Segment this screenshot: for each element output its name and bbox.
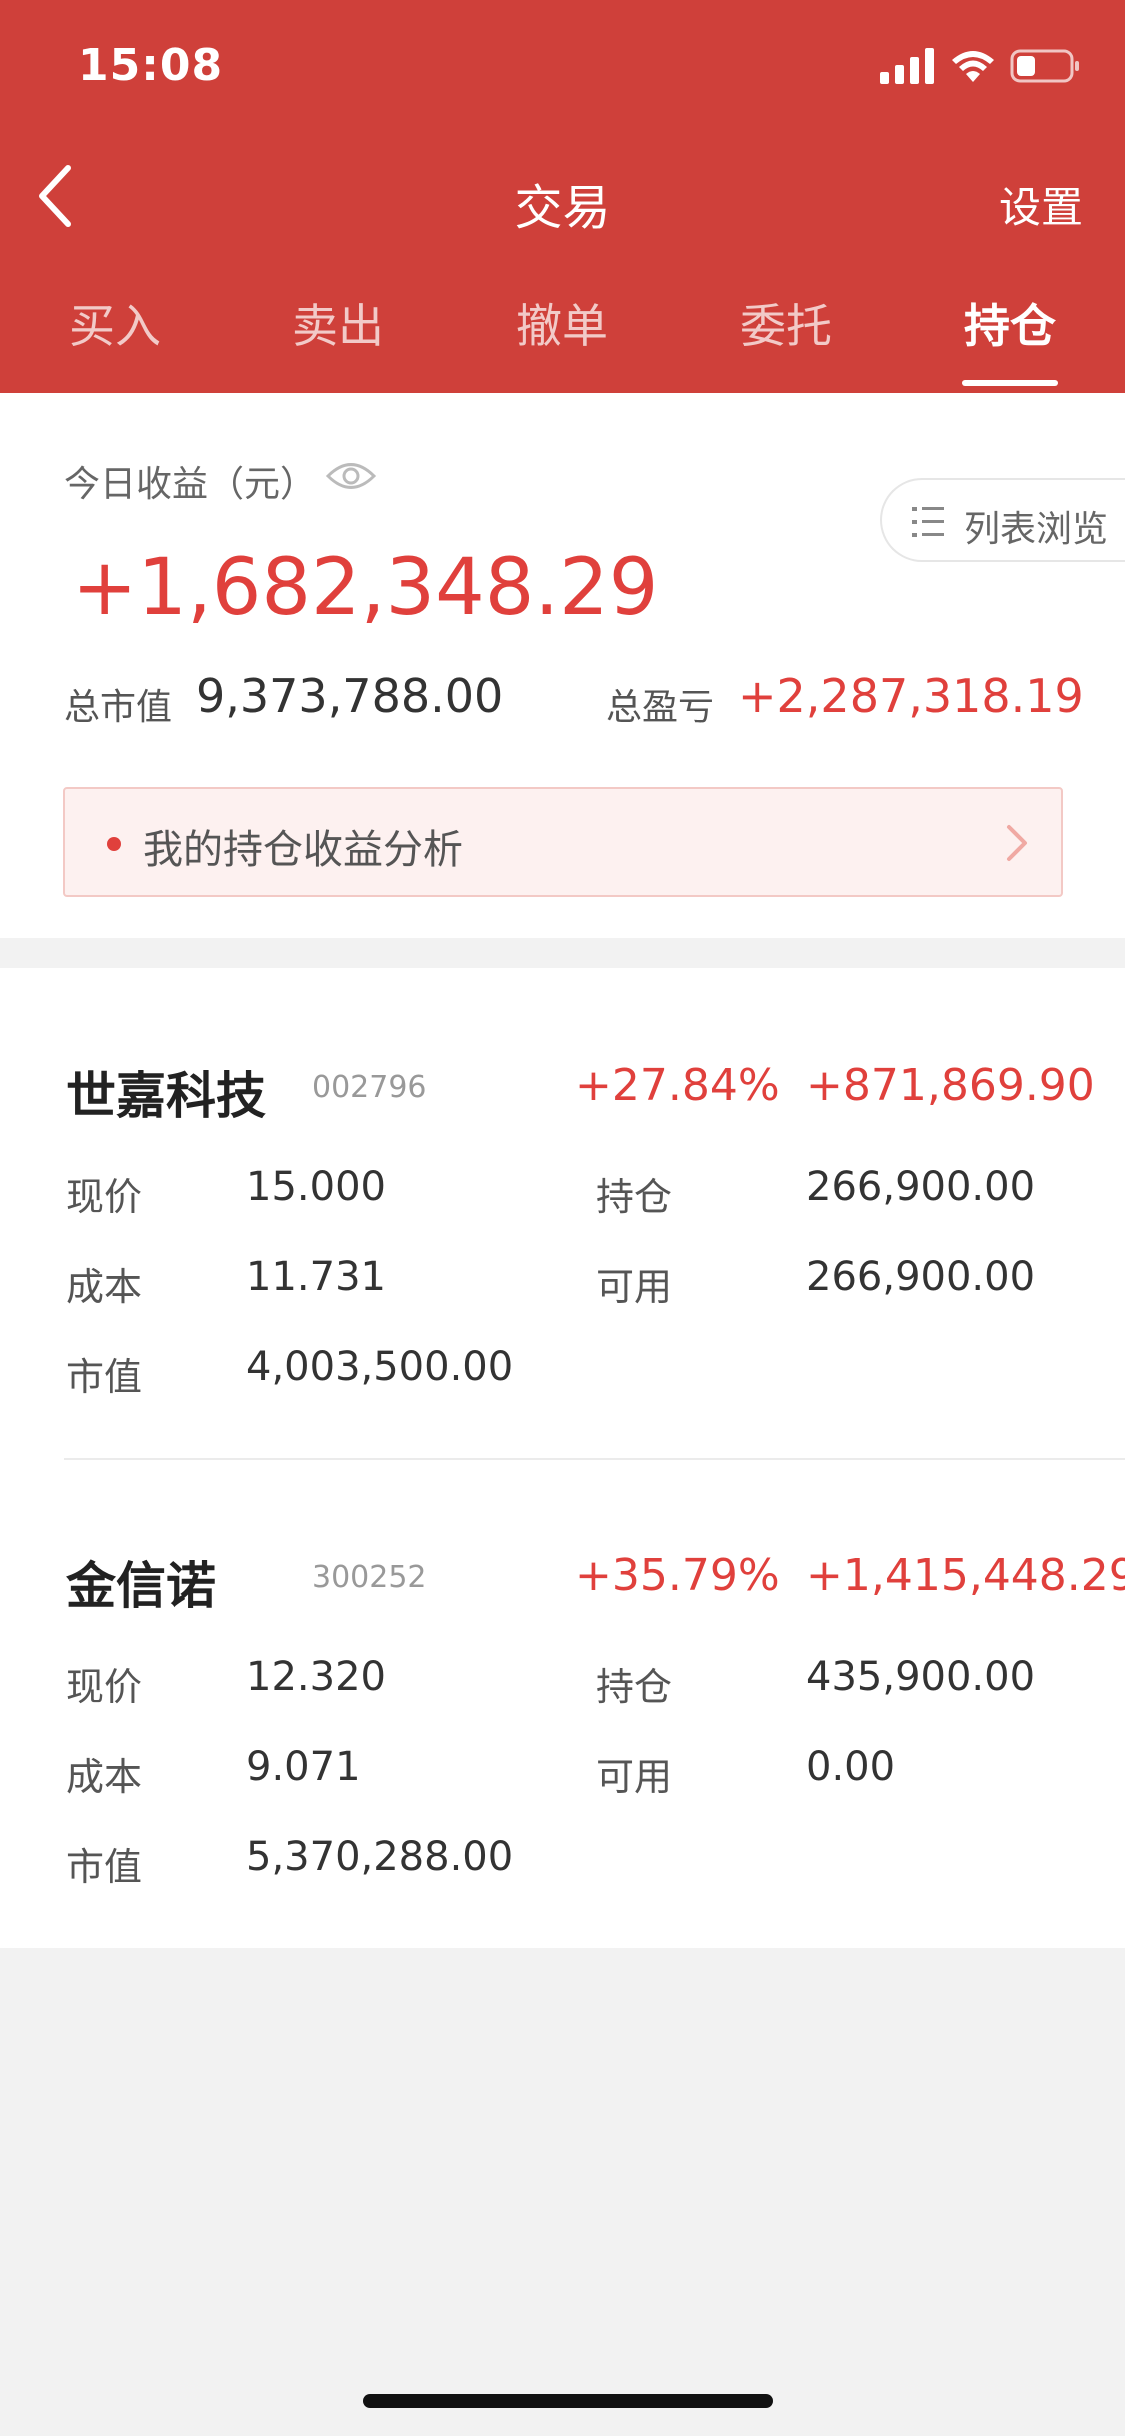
market-value: 5,370,288.00 [246,1834,514,1880]
holding-item[interactable]: 金信诺 300252 +35.79% +1,415,448.29 现价 12.3… [0,1458,1125,1948]
list-view-label: 列表浏览 [964,509,1109,550]
tab-cancel[interactable]: 撤单 [462,290,662,356]
stock-code: 002796 [312,1070,427,1105]
holding-item[interactable]: 世嘉科技 002796 +27.84% +871,869.90 现价 15.00… [0,968,1125,1460]
wifi-icon [952,51,994,82]
price-value: 12.320 [246,1654,386,1700]
signal-icon [880,48,934,84]
battery-icon [1010,49,1079,83]
total-pl-label: 总盈亏 [606,687,715,728]
summary-card: 今日收益（元） 列表浏览 +1,682,348.29 总市值 9,373,788… [0,393,1125,938]
profit-percent: +27.84% [575,1060,780,1111]
price-label: 现价 [66,1665,143,1709]
chevron-right-icon [1007,825,1027,861]
header: 15:08 交易 设置 买入 卖出 撤单 委托 持仓 [0,0,1125,393]
cost-label: 成本 [66,1265,143,1309]
position-value: 266,900.00 [806,1164,1036,1210]
available-value: 0.00 [806,1744,896,1790]
market-value: 4,003,500.00 [246,1344,514,1390]
total-market-value: 9,373,788.00 [196,669,504,723]
tab-orders[interactable]: 委托 [686,290,886,356]
total-pl-value: +2,287,318.19 [738,669,1084,723]
stock-code: 300252 [312,1560,427,1595]
stock-name: 金信诺 [66,1557,216,1615]
trading-screen: 15:08 交易 设置 买入 卖出 撤单 委托 持仓 今日收益（元） 列表浏览 … [0,0,1125,2436]
market-value-label: 市值 [66,1845,143,1889]
holdings-list: 世嘉科技 002796 +27.84% +871,869.90 现价 15.00… [0,968,1125,1948]
list-icon [912,507,944,537]
available-value: 266,900.00 [806,1254,1036,1300]
tab-bar: 买入 卖出 撤单 委托 持仓 [0,290,1125,393]
page-title: 交易 [514,180,611,236]
active-tab-indicator [962,380,1058,386]
today-profit-value: +1,682,348.29 [72,543,659,633]
position-label: 持仓 [596,1665,673,1709]
bullet-dot [107,837,121,851]
profit-percent: +35.79% [575,1550,780,1601]
available-label: 可用 [596,1755,673,1799]
position-label: 持仓 [596,1175,673,1219]
tab-positions[interactable]: 持仓 [910,290,1110,356]
tab-buy[interactable]: 买入 [15,290,215,356]
profit-amount: +1,415,448.29 [806,1550,1125,1601]
cost-label: 成本 [66,1755,143,1799]
position-analysis-banner[interactable]: 我的持仓收益分析 [63,787,1063,897]
position-analysis-label: 我的持仓收益分析 [143,827,463,873]
today-profit-label: 今日收益（元） [64,464,317,505]
price-value: 15.000 [246,1164,386,1210]
position-value: 435,900.00 [806,1654,1036,1700]
stock-name: 世嘉科技 [66,1067,266,1125]
total-market-value-label: 总市值 [64,687,173,728]
eye-icon[interactable] [325,459,377,493]
available-label: 可用 [596,1265,673,1309]
settings-button[interactable]: 设置 [999,174,1083,235]
price-label: 现价 [66,1175,143,1219]
profit-amount: +871,869.90 [806,1060,1095,1111]
market-value-label: 市值 [66,1355,143,1399]
home-indicator[interactable] [363,2394,773,2408]
list-view-button[interactable]: 列表浏览 [880,478,1125,562]
tab-sell[interactable]: 卖出 [238,290,438,356]
cost-value: 9.071 [246,1744,361,1790]
status-time: 15:08 [78,40,224,91]
cost-value: 11.731 [246,1254,386,1300]
